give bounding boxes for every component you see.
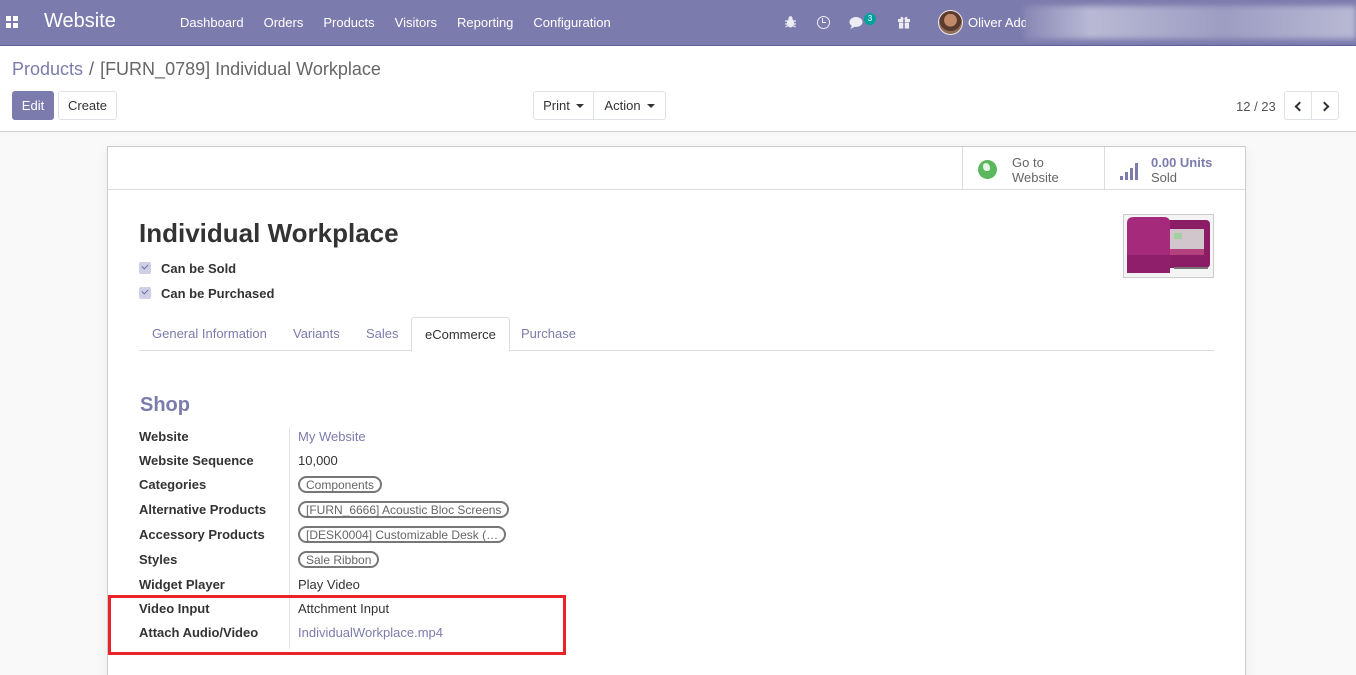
- units-sold-text: 0.00 Units Sold: [1151, 155, 1212, 185]
- debug-bug-icon[interactable]: [784, 0, 797, 46]
- print-dropdown-button[interactable]: Print: [533, 91, 594, 120]
- breadcrumb-separator: /: [89, 59, 95, 79]
- notebook-tabs: General Information Variants Sales eComm…: [139, 317, 1214, 352]
- signal-bars-icon: [1120, 162, 1142, 180]
- menu-products[interactable]: Products: [313, 0, 384, 46]
- go-to-line1: Go to: [1012, 155, 1044, 170]
- menu-visitors[interactable]: Visitors: [385, 0, 447, 46]
- blurred-region: [1024, 6, 1356, 39]
- units-sold-button[interactable]: 0.00 Units Sold: [1104, 147, 1245, 190]
- breadcrumb: Products / [FURN_0789] Individual Workplac…: [12, 59, 381, 80]
- tab-variants[interactable]: Variants: [280, 317, 353, 351]
- accessory-products-label: Accessory Products: [139, 527, 265, 542]
- styles-label: Styles: [139, 552, 178, 567]
- caret-down-icon: [575, 104, 584, 108]
- product-name: Individual Workplace: [139, 218, 399, 248]
- website-sequence-value: 10,000: [298, 453, 338, 468]
- alternative-products-label: Alternative Products: [139, 502, 267, 517]
- widget-player-value: Play Video: [298, 577, 360, 592]
- menu-configuration[interactable]: Configuration: [523, 0, 620, 46]
- pager-value[interactable]: 12 / 23: [1236, 99, 1276, 114]
- tab-ecommerce[interactable]: eCommerce: [411, 317, 510, 352]
- product-image[interactable]: [1123, 214, 1214, 278]
- website-sequence-label: Website Sequence: [139, 453, 254, 468]
- go-to-line2: Website: [1012, 170, 1059, 185]
- style-tag[interactable]: Sale Ribbon: [298, 551, 380, 568]
- user-menu-name[interactable]: Oliver Add: [968, 15, 1026, 30]
- go-to-website-text: Go to Website: [1012, 155, 1059, 185]
- can-be-purchased-row: Can be Purchased: [139, 286, 274, 301]
- menu-dashboard[interactable]: Dashboard: [170, 0, 254, 46]
- chevron-left-icon: [1294, 101, 1304, 112]
- website-label: Website: [139, 429, 189, 444]
- can-be-sold-row: Can be Sold: [139, 261, 236, 276]
- tab-sales[interactable]: Sales: [353, 317, 412, 351]
- create-button[interactable]: Create: [58, 91, 117, 120]
- styles-value: Sale Ribbon: [298, 551, 380, 568]
- edit-button[interactable]: Edit: [12, 91, 54, 120]
- apps-menu-icon[interactable]: [6, 16, 18, 28]
- website-value[interactable]: My Website: [298, 429, 366, 444]
- gift-icon[interactable]: [897, 0, 911, 46]
- pager-previous-button[interactable]: [1284, 91, 1312, 120]
- accessory-products-value: [DESK0004] Customizable Desk (…: [298, 526, 507, 543]
- action-dropdown-button[interactable]: Action: [593, 91, 666, 120]
- can-be-purchased-label: Can be Purchased: [161, 286, 275, 301]
- print-label: Print: [543, 98, 570, 113]
- accessory-product-tag[interactable]: [DESK0004] Customizable Desk (…: [298, 526, 507, 543]
- widget-player-label: Widget Player: [139, 577, 225, 592]
- caret-down-icon: [646, 104, 655, 108]
- units-sold-value: 0.00 Units: [1151, 155, 1213, 170]
- messages-chat-icon[interactable]: [849, 0, 865, 46]
- tab-general-information[interactable]: General Information: [139, 317, 280, 351]
- breadcrumb-products-link[interactable]: Products: [12, 59, 83, 79]
- menu-orders[interactable]: Orders: [254, 0, 314, 46]
- app-brand[interactable]: Website: [44, 10, 116, 33]
- can-be-sold-checkbox[interactable]: [139, 262, 151, 274]
- main-menu: Dashboard Orders Products Visitors Repor…: [170, 0, 621, 46]
- can-be-purchased-checkbox[interactable]: [139, 287, 151, 299]
- category-tag[interactable]: Components: [298, 476, 383, 493]
- highlight-annotation-box: [108, 595, 566, 655]
- globe-icon: [978, 160, 997, 179]
- pager-next-button[interactable]: [1311, 91, 1339, 120]
- alternative-product-tag[interactable]: [FURN_6666] Acoustic Bloc Screens: [298, 501, 510, 518]
- chat-count-badge: 3: [864, 13, 876, 25]
- control-panel: Products / [FURN_0789] Individual Workplac…: [0, 46, 1356, 132]
- shop-section-title: Shop: [140, 394, 190, 416]
- smart-button-box: Go to Website 0.00 Units Sold: [108, 147, 1245, 190]
- alternative-products-value: [FURN_6666] Acoustic Bloc Screens: [298, 501, 510, 518]
- categories-label: Categories: [139, 477, 207, 492]
- units-sold-label: Sold: [1151, 170, 1178, 185]
- menu-reporting[interactable]: Reporting: [447, 0, 523, 46]
- activity-clock-icon[interactable]: [817, 0, 830, 46]
- chevron-right-icon: [1319, 101, 1329, 112]
- breadcrumb-current: [FURN_0789] Individual Workplace: [100, 59, 381, 79]
- action-label: Action: [604, 98, 641, 113]
- can-be-sold-label: Can be Sold: [161, 261, 237, 276]
- tab-purchase[interactable]: Purchase: [508, 317, 589, 351]
- categories-value: Components: [298, 476, 383, 493]
- user-avatar[interactable]: [938, 10, 963, 35]
- go-to-website-button[interactable]: Go to Website: [962, 147, 1104, 190]
- top-navbar: Website Dashboard Orders Products Visito…: [0, 0, 1356, 46]
